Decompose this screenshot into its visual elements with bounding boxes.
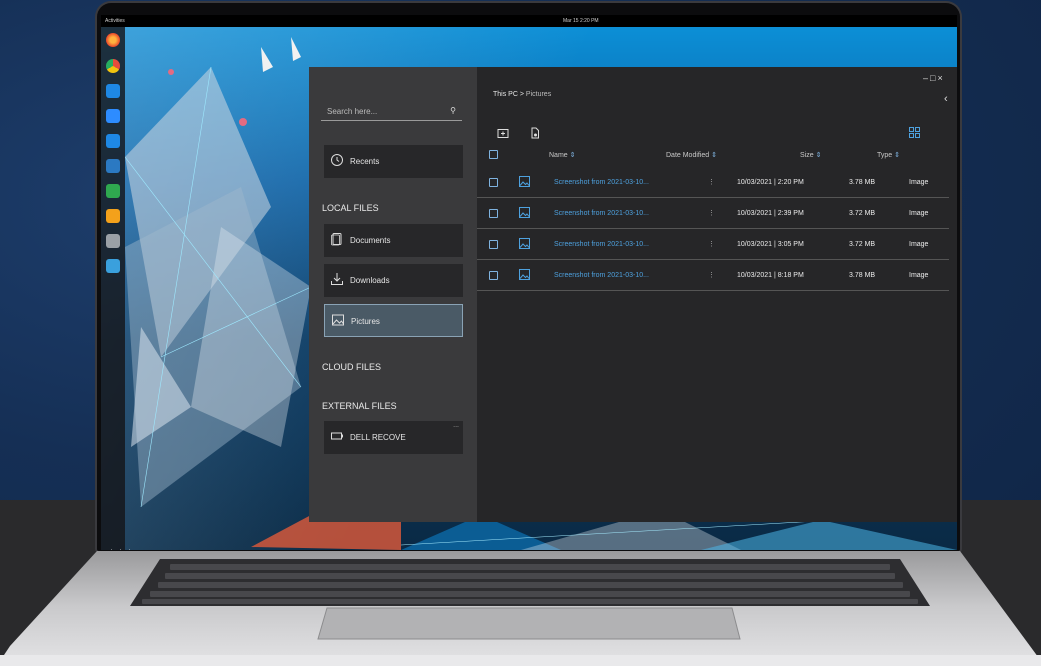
file-row[interactable]: Screenshot from 2021-03-10... ⋮ 10/03/20… [477,198,949,229]
sidebar-item-label: Documents [350,236,391,245]
file-size: 3.72 MB [849,241,876,248]
file-type: Image [909,179,929,186]
image-file-icon [519,238,530,249]
sort-icon: ⇕ [569,152,576,159]
row-checkbox[interactable] [489,271,498,280]
select-all-checkbox[interactable] [489,150,498,159]
file-type: Image [909,272,929,279]
new-file-icon[interactable] [529,127,541,139]
column-label: Type [877,152,893,159]
file-size: 3.78 MB [849,272,876,279]
file-size: 3.72 MB [849,210,876,217]
image-file-icon [519,207,530,218]
dock: ⋮⋮⋮ [101,27,134,551]
column-label: Size [800,152,814,159]
file-date: 10/03/2021 | 2:39 PM [737,210,804,217]
laptop-base [0,551,1041,666]
sort-icon: ⇕ [815,152,822,159]
sidebar-item-label: Recents [350,157,380,166]
file-name[interactable]: Screenshot from 2021-03-10... [554,210,649,217]
chrome-icon[interactable] [106,59,120,73]
sidebar-item-label: Downloads [350,276,390,285]
file-name[interactable]: Screenshot from 2021-03-10... [554,179,649,186]
file-row[interactable]: Screenshot from 2021-03-10... ⋮ 10/03/20… [477,229,949,260]
firefox-icon[interactable] [106,33,120,47]
presentation-icon[interactable] [106,209,120,223]
column-label: Name [549,152,568,159]
image-file-icon [519,176,530,187]
file-name[interactable]: Screenshot from 2021-03-10... [554,272,649,279]
file-date: 10/03/2021 | 8:18 PM [737,272,804,279]
zoom-icon[interactable] [106,109,120,123]
sidebar-item-label: DELL RECOVE [350,433,406,442]
file-size: 3.78 MB [849,179,876,186]
row-menu-icon[interactable]: ⋮ [708,240,715,248]
system-top-bar: Activities Mar 15 2:20 PM [101,15,957,27]
file-name[interactable]: Screenshot from 2021-03-10... [554,241,649,248]
photos-icon[interactable] [106,259,120,273]
spreadsheet-icon[interactable] [106,184,120,198]
mail-icon[interactable] [106,234,120,248]
sidebar-item-pictures[interactable]: Pictures [324,304,463,337]
column-header-size[interactable]: Size ⇕ [800,151,821,159]
search-box[interactable]: ⚲ [321,103,462,121]
column-header-name[interactable]: Name ⇕ [549,151,576,159]
file-date: 10/03/2021 | 2:20 PM [737,179,804,186]
cloud-files-heading: CLOUD FILES [322,362,382,372]
external-files-heading: EXTERNAL FILES [322,401,397,411]
download-icon [331,273,343,285]
show-applications-icon[interactable]: ⋮⋮⋮ [107,549,134,551]
laptop-screen: Activities Mar 15 2:20 PM ⋮⋮⋮ ⚲ Recents … [101,15,957,550]
file-row[interactable]: Screenshot from 2021-03-10... ⋮ 10/03/20… [477,260,949,291]
minimize-icon[interactable]: – [923,73,930,83]
row-checkbox[interactable] [489,209,498,218]
more-options-icon[interactable]: ... [453,422,459,429]
sidebar-item-recents[interactable]: Recents [324,145,463,178]
history-icon [331,154,343,166]
clock[interactable]: Mar 15 2:20 PM [563,18,599,24]
image-icon [332,314,344,326]
file-type: Image [909,210,929,217]
window-controls: –□× [923,73,945,83]
breadcrumb-pictures[interactable]: Pictures [526,91,551,98]
file-date: 10/03/2021 | 3:05 PM [737,241,804,248]
column-header-date[interactable]: Date Modified ⇕ [666,151,717,159]
sidebar-item-documents[interactable]: Documents [324,224,463,257]
sidebar-item-label: Pictures [351,317,380,326]
breadcrumb-separator: > [519,91,524,98]
document-icon [331,233,342,246]
search-input[interactable] [327,105,442,117]
row-menu-icon[interactable]: ⋮ [708,178,715,186]
row-menu-icon[interactable]: ⋮ [708,209,715,217]
sort-icon: ⇕ [894,152,901,159]
new-folder-icon[interactable] [497,127,509,139]
local-files-heading: LOCAL FILES [322,203,379,213]
row-menu-icon[interactable]: ⋮ [708,271,715,279]
grid-view-icon[interactable] [909,127,920,138]
drive-icon [331,432,343,440]
file-manager-main: –□× ‹ This PC > Pictures Name ⇕ Date Mod… [477,67,957,522]
home-icon[interactable] [106,134,120,148]
file-row[interactable]: Screenshot from 2021-03-10... ⋮ 10/03/20… [477,167,949,198]
file-type: Image [909,241,929,248]
column-header-type[interactable]: Type ⇕ [877,151,900,159]
search-icon[interactable]: ⚲ [450,106,456,115]
document-icon[interactable] [106,159,120,173]
sort-icon: ⇕ [711,152,718,159]
image-file-icon [519,269,530,280]
activities-button[interactable]: Activities [105,18,125,24]
sidebar-item-downloads[interactable]: Downloads [324,264,463,297]
row-checkbox[interactable] [489,178,498,187]
collapse-panel-icon[interactable]: ‹ [944,93,948,105]
breadcrumb: This PC > Pictures [493,91,551,98]
column-label: Date Modified [666,152,710,159]
close-icon[interactable]: × [937,73,944,83]
breadcrumb-this-pc[interactable]: This PC [493,91,518,98]
email-client-icon[interactable] [106,84,120,98]
sidebar-item-dell-recovery[interactable]: DELL RECOVE ... [324,421,463,454]
file-manager-sidebar: ⚲ Recents LOCAL FILES Documents Download… [309,67,477,522]
row-checkbox[interactable] [489,240,498,249]
